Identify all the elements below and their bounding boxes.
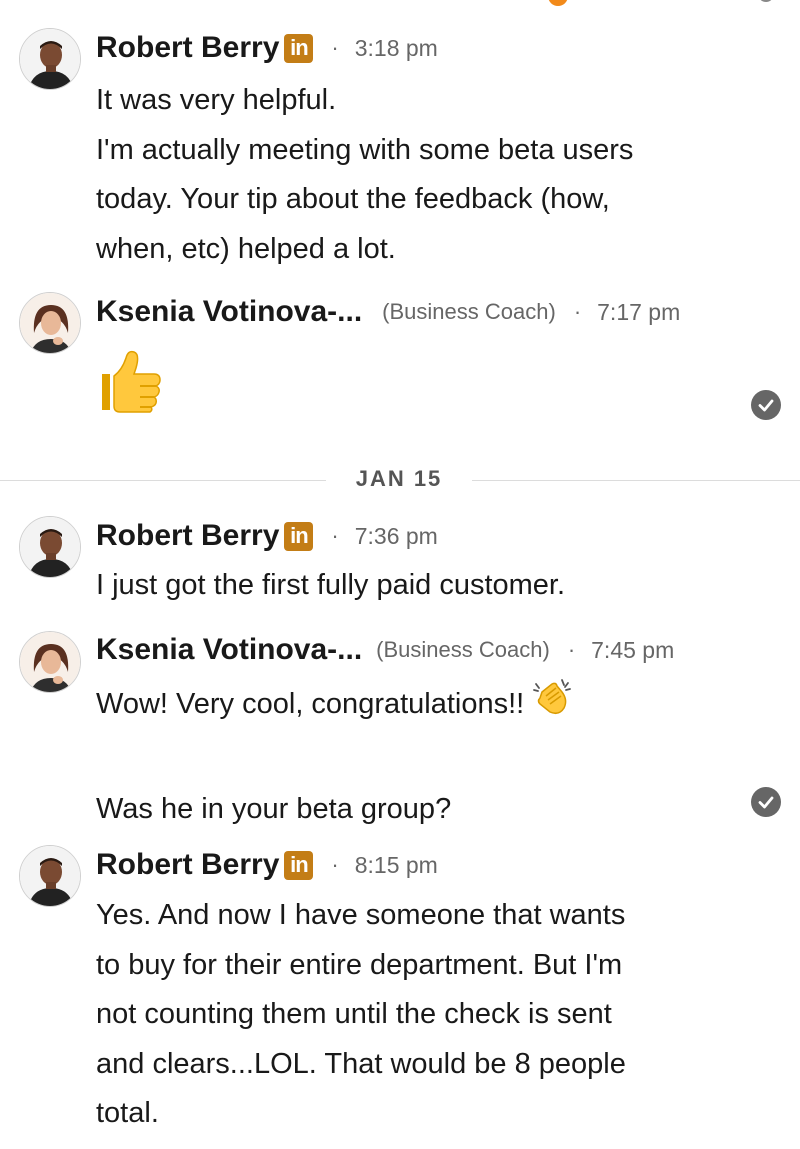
sender-name[interactable]: Ksenia Votinova-... [96,295,362,329]
message-line: total. [96,1097,159,1129]
divider-line-left [0,480,326,481]
message-line: today. Your tip about the feedback (how, [96,183,610,215]
sender-name[interactable]: Robert Berry [96,31,279,65]
sender-name[interactable]: Robert Berry [96,519,279,553]
message-line: when, etc) helped a lot. [96,232,396,265]
separator-dot: · [331,852,339,877]
avatar-ksenia-votinova[interactable] [19,631,81,693]
separator-dot: · [331,523,339,548]
message-line: Wow! Very cool, congratulations!! [96,676,756,735]
message-time: 8:15 pm [354,851,438,878]
clapping-hands-emoji [532,676,574,735]
message-line: I'm actually meeting with some beta user… [96,133,634,166]
message-line: Yes. And now I have someone that wants [96,899,626,931]
linkedin-badge-icon: in [284,33,314,63]
avatar-ksenia-votinova[interactable] [19,292,81,354]
check-circle-icon [751,787,781,817]
message-time: 7:36 pm [354,522,438,549]
avatar-robert-berry[interactable] [19,845,81,907]
sender-name[interactable]: Ksenia Votinova-... [96,633,362,667]
message-time: 3:18 pm [354,34,438,61]
thumbs-up-emoji [96,346,166,421]
message-line: It was very helpful. [96,84,337,116]
message-time: 7:17 pm [597,298,681,325]
message-body: Wow! Very cool, congratulations!! Was he… [96,676,756,834]
message-line: and clears...LOL. That would be 8 people [96,1047,626,1080]
date-divider: JAN 15 [0,462,800,498]
menu-remnant-icon [758,0,774,2]
message-line: to buy for their entire department. But … [96,948,623,981]
avatar-robert-berry[interactable] [19,28,81,90]
separator-dot: · [331,35,339,60]
linkedin-badge-icon: in [284,850,314,880]
check-circle-icon [751,390,781,420]
message-header: Ksenia Votinova-... (Business Coach) · 7… [96,632,674,668]
sender-role: (Business Coach) [376,637,550,662]
message-line: I just got the first fully paid customer… [96,569,566,601]
message-header: Robert Berry in · 8:15 pm [96,847,438,883]
divider-line-right [472,480,800,481]
message-header: Ksenia Votinova-... (Business Coach) · 7… [96,294,680,330]
separator-dot: · [573,299,582,324]
separator-dot: · [567,637,576,662]
message-body: I just got the first fully paid customer… [96,561,756,611]
message-header: Robert Berry in · 3:18 pm [96,30,438,66]
message-body: It was very helpful. I'm actually meetin… [96,76,756,274]
message-time: 7:45 pm [591,636,675,663]
date-divider-label: JAN 15 [355,466,443,491]
avatar-robert-berry[interactable] [19,516,81,578]
message-header: Robert Berry in · 7:36 pm [96,518,438,554]
sender-role: (Business Coach) [382,299,556,324]
message-line-text: Wow! Very cool, congratulations!! [96,687,525,720]
reaction-remnant-icon [548,0,568,6]
message-body: Yes. And now I have someone that wants t… [96,891,756,1139]
message-line: Was he in your beta group? [96,792,452,825]
messaging-thread: Robert Berry in · 3:18 pm It was very he… [0,0,800,1149]
message-line: not counting them until the check is sen… [96,998,612,1030]
linkedin-badge-icon: in [284,521,314,551]
sender-name[interactable]: Robert Berry [96,848,279,882]
